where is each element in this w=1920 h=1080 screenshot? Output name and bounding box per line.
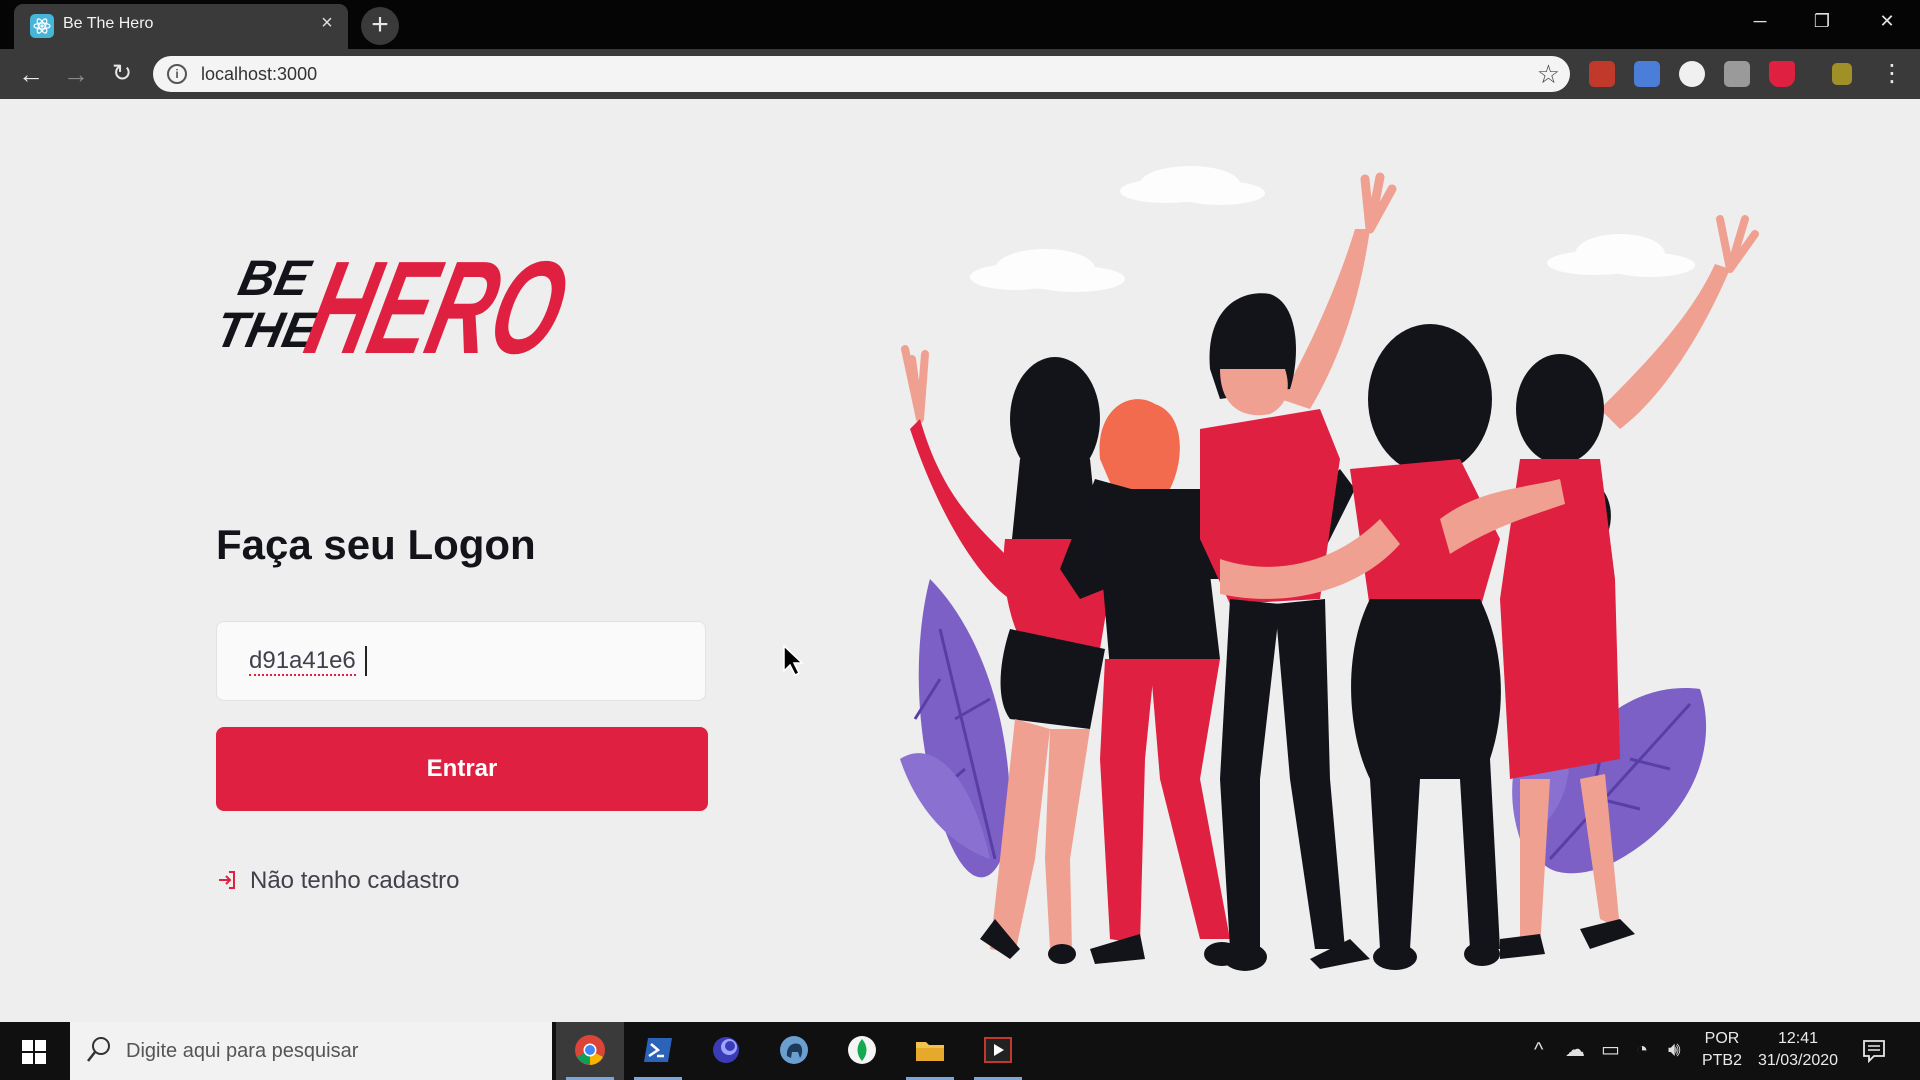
onedrive-cloud-icon[interactable]: ☁: [1565, 1038, 1585, 1062]
browser-icon: [713, 1037, 739, 1063]
page-title: Faça seu Logon: [216, 521, 536, 568]
close-window-button[interactable]: ✕: [1867, 8, 1907, 34]
taskbar-app-chrome[interactable]: [556, 1022, 624, 1080]
extension-icon[interactable]: [1724, 61, 1750, 87]
taskbar-app-file-explorer[interactable]: [896, 1022, 964, 1080]
logo-text-hero: HERO: [294, 235, 573, 382]
extension-icon[interactable]: [1832, 63, 1852, 85]
browser-tab-bar: Be The Hero × + ─ ❐ ✕: [0, 0, 1920, 49]
tab-title: Be The Hero: [63, 15, 154, 32]
ong-id-input-value[interactable]: d91a41e6: [249, 648, 356, 676]
taskbar-search-box[interactable]: Digite aqui para pesquisar: [70, 1022, 552, 1080]
media-player-icon: [984, 1037, 1012, 1063]
windows-start-icon[interactable]: [22, 1040, 46, 1064]
show-hidden-icons-icon[interactable]: ^: [1534, 1038, 1543, 1062]
logon-page: BE THE HERO Faça seu Logon d91a41e6 Entr…: [0, 99, 1920, 1022]
mouse-cursor-icon: [783, 645, 804, 677]
mongodb-icon: [848, 1036, 876, 1064]
reload-icon[interactable]: ↻: [107, 59, 137, 89]
cloud-icon: [970, 166, 1695, 292]
notifications-icon[interactable]: [1862, 1039, 1886, 1063]
taskbar-app-mongodb[interactable]: [828, 1022, 896, 1080]
clock-date: 31/03/2020: [1757, 1052, 1839, 1069]
react-favicon-icon: [30, 14, 54, 38]
url-text[interactable]: localhost:3000: [201, 64, 317, 85]
taskbar-app-powershell[interactable]: [624, 1022, 692, 1080]
clock[interactable]: 12:41 31/03/2020: [1752, 1028, 1844, 1072]
address-bar[interactable]: i localhost:3000 ☆: [153, 56, 1570, 92]
taskbar-app-browser[interactable]: [692, 1022, 760, 1080]
language-code: POR: [1704, 1030, 1740, 1047]
browser-toolbar: ← → ↻ i localhost:3000 ☆ ⋮: [0, 49, 1920, 99]
forward-arrow-icon[interactable]: →: [61, 59, 91, 89]
be-the-hero-logo: BE THE HERO: [213, 235, 573, 382]
bookmark-star-icon[interactable]: ☆: [1537, 59, 1560, 90]
browser-tab[interactable]: Be The Hero ×: [14, 4, 348, 49]
heroes-illustration: [900, 166, 1759, 971]
wifi-icon[interactable]: ◔: [1636, 1038, 1648, 1062]
clock-time: 12:41: [1777, 1030, 1819, 1047]
volume-icon[interactable]: 🔊︎: [1668, 1038, 1681, 1062]
taskbar-app-media-player[interactable]: [964, 1022, 1032, 1080]
extension-icon[interactable]: [1679, 61, 1705, 87]
ong-id-input[interactable]: d91a41e6: [216, 621, 706, 701]
taskbar-app-elephant[interactable]: [760, 1022, 828, 1080]
elephant-icon: [780, 1036, 808, 1064]
powershell-icon: [644, 1038, 672, 1062]
extension-icon[interactable]: [1769, 61, 1795, 87]
back-arrow-icon[interactable]: ←: [16, 59, 46, 89]
minimize-button[interactable]: ─: [1740, 8, 1780, 34]
search-placeholder: Digite aqui para pesquisar: [126, 1040, 359, 1062]
tab-close-icon[interactable]: ×: [316, 12, 338, 34]
new-tab-button[interactable]: +: [361, 7, 399, 45]
restore-button[interactable]: ❐: [1802, 8, 1842, 34]
extension-icon[interactable]: [1589, 61, 1615, 87]
file-explorer-icon: [916, 1042, 944, 1061]
text-caret: [365, 646, 367, 676]
logo-text-be: BE: [234, 250, 317, 306]
language-indicator[interactable]: POR PTB2: [1700, 1028, 1744, 1072]
battery-icon[interactable]: ▭: [1601, 1038, 1620, 1062]
register-link-label[interactable]: Não tenho cadastro: [250, 867, 459, 895]
log-in-icon: [219, 871, 235, 889]
site-info-icon[interactable]: i: [167, 64, 187, 84]
windows-taskbar: Digite aqui para pesquisar ^ ☁ ▭ ◔ 🔊︎ PO…: [0, 1022, 1920, 1080]
chrome-icon: [575, 1035, 605, 1065]
search-icon: [87, 1037, 110, 1062]
login-button[interactable]: Entrar: [216, 727, 708, 811]
browser-menu-icon[interactable]: ⋮: [1880, 59, 1904, 89]
translate-extension-icon[interactable]: [1634, 61, 1660, 87]
keyboard-layout: PTB2: [1701, 1052, 1742, 1069]
